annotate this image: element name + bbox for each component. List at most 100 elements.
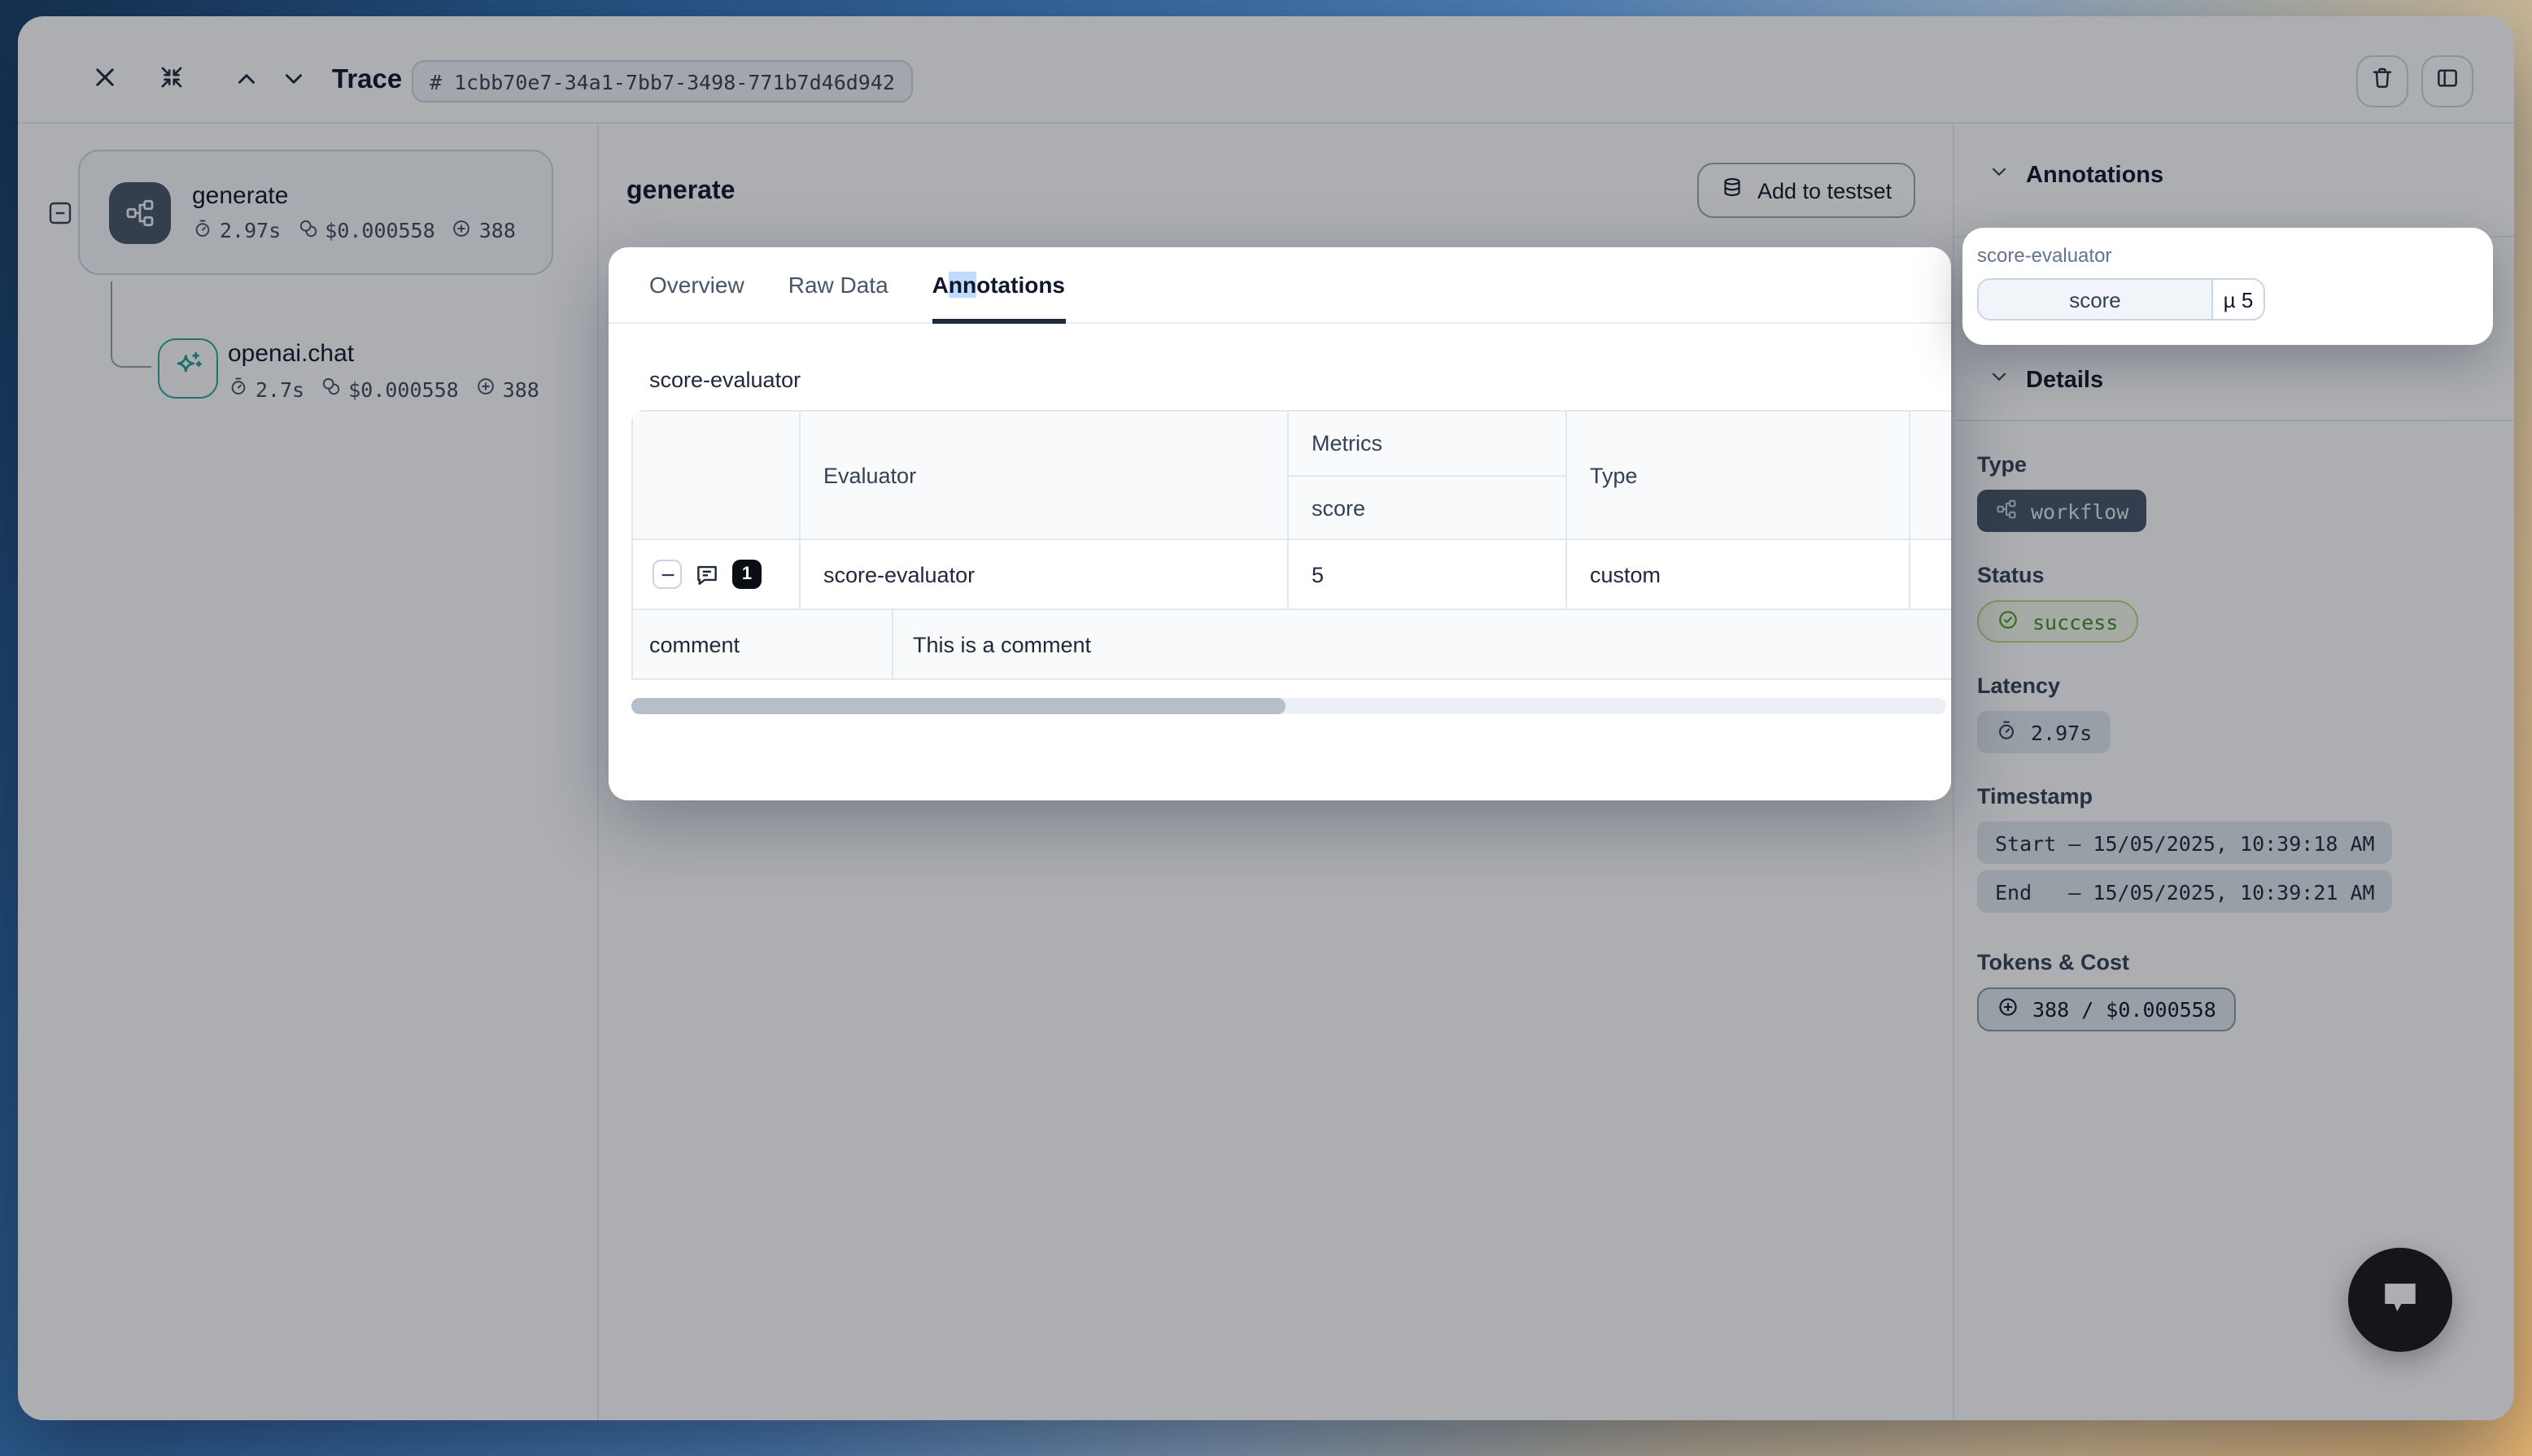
trash-icon (2369, 64, 2395, 98)
annotation-score-card: score-evaluator score µ 5 (1962, 228, 2493, 345)
type-badge: workflow (1977, 490, 2146, 532)
coins-icon (297, 217, 318, 243)
workflow-icon (109, 181, 171, 243)
tab-raw-data[interactable]: Raw Data (788, 246, 888, 323)
tab-raw-data-label: Raw Data (788, 272, 888, 298)
comment-icon[interactable] (693, 560, 721, 588)
table-header-evaluator: Evaluator (801, 412, 1289, 540)
tab-overview-label: Overview (649, 272, 744, 298)
plus-circle-icon (1997, 996, 2019, 1023)
table-header-type: Type (1567, 412, 1910, 540)
latency-value: 2.7s (255, 377, 304, 401)
latency-value: 2.97s (220, 218, 281, 242)
annotations-header-label: Annotations (2026, 162, 2163, 188)
annotations-section-header[interactable]: Annotations (1988, 161, 2163, 189)
horizontal-scrollbar-thumb[interactable] (631, 698, 1286, 714)
tree-node-title: openai.chat (228, 340, 539, 368)
tree-node-title: generate (192, 181, 516, 209)
tree-collapse-toggle[interactable] (47, 200, 73, 234)
tree-node-openai-chat-icon-button[interactable] (158, 338, 218, 399)
coins-icon (321, 376, 342, 402)
tokens-cost-badge: 388 / $0.000558 (1977, 987, 2236, 1031)
chat-bubble-icon (2376, 1271, 2425, 1328)
details-fields: Type workflow Status success Latency 2.9… (1977, 420, 2501, 1031)
horizontal-scrollbar-track[interactable] (631, 698, 1946, 714)
type-value: workflow (2031, 499, 2128, 523)
tree-panel-divider (597, 124, 599, 1420)
delete-trace-button[interactable] (2356, 55, 2408, 107)
sparkles-icon (171, 347, 205, 390)
tokens-cost-value: 388 / $0.000558 (2032, 997, 2216, 1022)
stopwatch-icon (1995, 718, 2018, 746)
chevron-down-icon (1988, 161, 2010, 189)
trace-modal: Trace # 1cbb70e7-34a1-7bb7-3498-771b7d46… (18, 16, 2514, 1420)
previous-trace-button[interactable] (228, 65, 264, 101)
table-header-metrics: Metrics (1289, 412, 1567, 477)
timestamp-end-badge: End — 15/05/2025, 10:39:21 AM (1977, 870, 2393, 913)
details-header-label: Details (2026, 367, 2103, 393)
comment-row: comment This is a comment (633, 610, 1951, 680)
comment-key: comment (633, 610, 893, 678)
annotations-table: Evaluator Metrics score Type 1 score-eva… (631, 410, 1951, 680)
chevron-down-icon (1988, 366, 2010, 394)
timestamp-label: Timestamp (1977, 784, 2501, 809)
arrows-pointing-in-icon (157, 63, 185, 99)
table-cell-extra (1910, 540, 1951, 610)
next-trace-button[interactable] (275, 65, 311, 101)
annotation-evaluator-label: score-evaluator (1977, 244, 2478, 267)
add-to-testset-button[interactable]: Add to testset (1697, 163, 1914, 218)
comment-value: This is a comment (893, 610, 1951, 678)
stopwatch-icon (228, 376, 249, 402)
database-icon (1720, 176, 1744, 205)
comment-count-badge: 1 (732, 560, 762, 589)
score-metric-name[interactable]: score (1979, 280, 2213, 319)
stopwatch-icon (192, 217, 213, 243)
chat-support-button[interactable] (2348, 1248, 2452, 1352)
status-value: success (2032, 609, 2118, 634)
span-title: generate (626, 177, 735, 207)
tab-bar: Overview Raw Data Annotations (609, 247, 1951, 324)
tree-node-generate[interactable]: generate 2.97s $0.000558 388 (78, 150, 553, 275)
cost-value: $0.000558 (325, 218, 434, 242)
status-badge: success (1977, 600, 2137, 643)
details-section-header[interactable]: Details (1988, 366, 2103, 394)
plus-circle-icon (475, 376, 496, 402)
close-icon (90, 63, 118, 99)
table-cell-score: 5 (1289, 540, 1567, 610)
tab-overview[interactable]: Overview (649, 246, 744, 323)
panel-layout-icon (2434, 64, 2460, 98)
table-row-controls: 1 (633, 540, 801, 610)
latency-badge: 2.97s (1977, 711, 2110, 753)
add-to-testset-label: Add to testset (1757, 178, 1892, 203)
table-header-score: score (1289, 477, 1567, 540)
table-cell-evaluator: score-evaluator (801, 540, 1289, 610)
collapse-minus-icon (47, 205, 73, 233)
table-cell-type: custom (1567, 540, 1910, 610)
table-header-extra (1910, 412, 1951, 540)
close-button[interactable] (86, 63, 122, 99)
score-metric-value: µ 5 (2213, 280, 2264, 319)
table-header-blank (633, 412, 801, 540)
page-title: Trace (332, 65, 402, 96)
collapse-view-button[interactable] (153, 63, 189, 99)
tree-node-openai-chat[interactable]: openai.chat 2.7s $0.000558 388 (228, 340, 539, 402)
trace-id-badge[interactable]: # 1cbb70e7-34a1-7bb7-3498-771b7d46d942 (412, 60, 913, 102)
evaluator-section-title: score-evaluator (649, 368, 801, 392)
plus-circle-icon (452, 217, 473, 243)
collapse-row-button[interactable] (653, 560, 682, 589)
tokens-cost-label: Tokens & Cost (1977, 950, 2501, 974)
desktop-background: Trace # 1cbb70e7-34a1-7bb7-3498-771b7d46… (0, 0, 2532, 1456)
cost-value: $0.000558 (348, 377, 458, 401)
right-panel-divider (1953, 124, 1954, 1420)
chevron-up-icon (232, 65, 260, 101)
tab-annotations[interactable]: Annotations (932, 246, 1065, 323)
timestamp-start-badge: Start — 15/05/2025, 10:39:18 AM (1977, 822, 2393, 864)
tokens-value: 388 (479, 218, 516, 242)
tree-connector-line (111, 281, 151, 368)
tokens-value: 388 (503, 377, 539, 401)
toggle-sidebar-button[interactable] (2421, 55, 2473, 107)
status-label: Status (1977, 563, 2501, 587)
latency-value: 2.97s (2031, 720, 2092, 744)
type-label: Type (1977, 452, 2501, 477)
topbar-divider (18, 122, 2514, 124)
